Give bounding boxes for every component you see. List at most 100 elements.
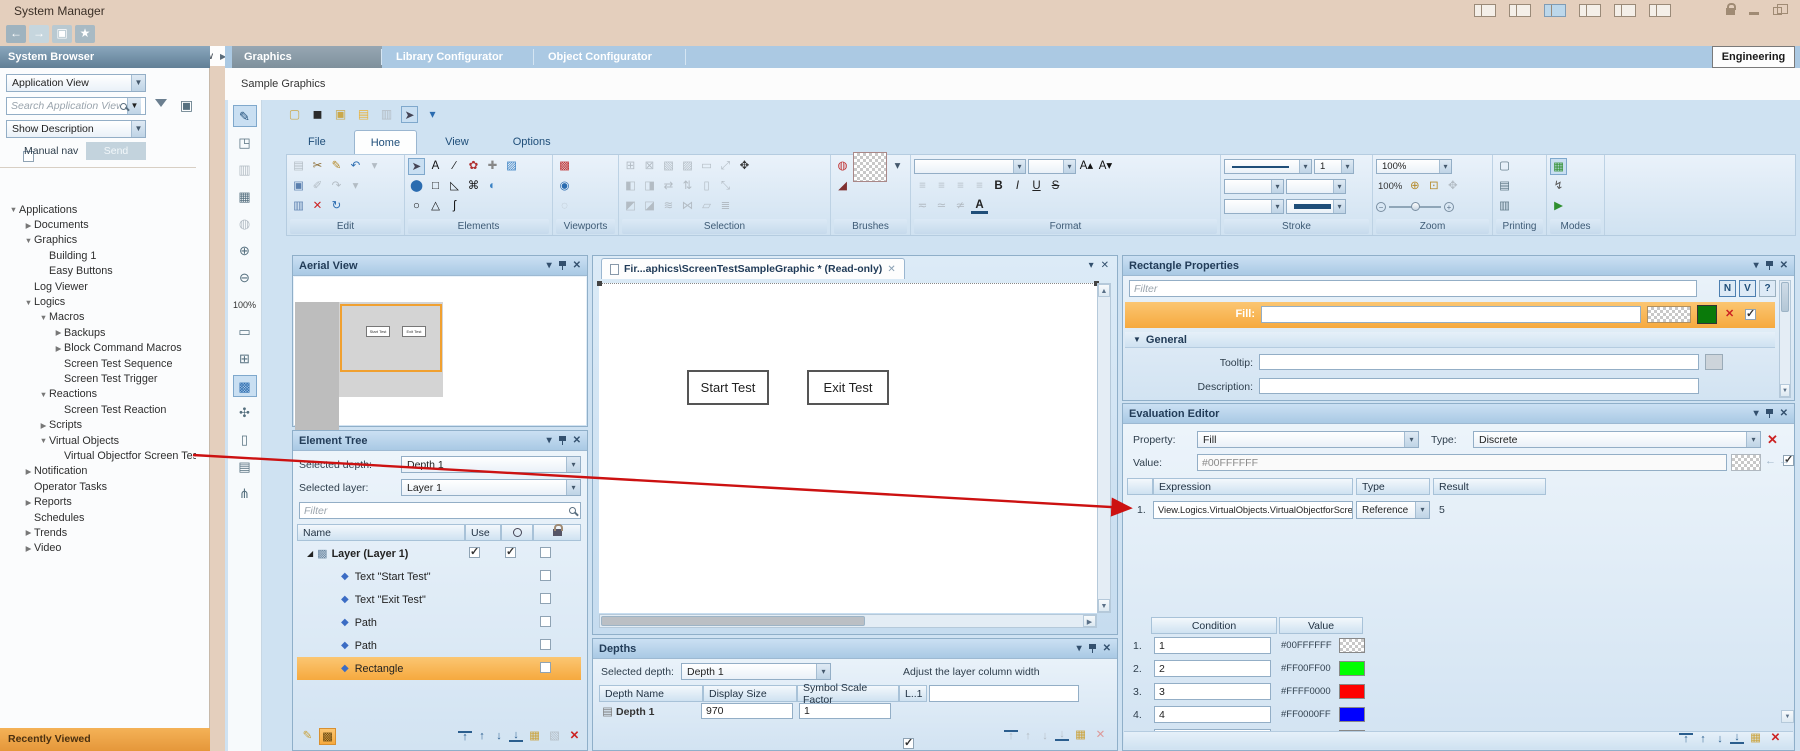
pin-icon[interactable] bbox=[1766, 260, 1773, 271]
open-graphic-icon[interactable]: ▤ bbox=[355, 106, 372, 123]
condition-input[interactable]: 4 bbox=[1154, 706, 1271, 723]
depths-column-header[interactable]: Symbol Scale Factor bbox=[797, 685, 899, 702]
canvas-button-start-test[interactable]: Start Test bbox=[687, 370, 769, 405]
layout-rows-icon[interactable] bbox=[1544, 4, 1566, 17]
tooltip-input[interactable] bbox=[1259, 354, 1699, 370]
object-model-icon[interactable]: ◼ bbox=[309, 106, 326, 123]
grow-font-icon[interactable]: A▴ bbox=[1078, 158, 1095, 175]
lock-checkbox[interactable] bbox=[540, 639, 551, 650]
close-icon[interactable]: ✕ bbox=[1780, 260, 1788, 271]
tooltip-picker-button[interactable] bbox=[1705, 354, 1723, 370]
add-condition-icon[interactable]: ▦ bbox=[1747, 730, 1764, 747]
page-setup-icon[interactable]: ▢ bbox=[1496, 158, 1513, 175]
sidebar-tree-item[interactable]: ▼Virtual Objects bbox=[0, 433, 196, 448]
test-run-icon[interactable]: ▶ bbox=[1550, 198, 1567, 215]
expression-column-header[interactable]: Type bbox=[1356, 478, 1430, 495]
tab-object-configurator[interactable]: Object Configurator bbox=[536, 46, 686, 68]
expression-input[interactable]: View.Logics.VirtualObjects.VirtualObject… bbox=[1153, 501, 1353, 519]
recently-viewed-bar[interactable]: Recently Viewed bbox=[0, 728, 210, 751]
save-graphic-icon[interactable]: ▦ bbox=[233, 186, 257, 208]
ribbon-tab-view[interactable]: View bbox=[429, 130, 485, 154]
value-pattern-swatch[interactable] bbox=[1731, 454, 1761, 471]
sidebar-tree-item[interactable]: Screen Test Sequence bbox=[0, 356, 196, 371]
zoom-region-icon[interactable]: ⊕ bbox=[1406, 178, 1423, 195]
ribbon-tab-home[interactable]: Home bbox=[354, 130, 417, 154]
polygon-tool-icon[interactable]: △ bbox=[427, 198, 444, 215]
hierarchy-tool-icon[interactable]: ⋔ bbox=[233, 483, 257, 505]
scroll-down-icon[interactable]: ▼ bbox=[1098, 599, 1110, 612]
italic-icon[interactable]: I bbox=[1009, 178, 1026, 195]
stroke-join-combo[interactable]: ▾ bbox=[1286, 199, 1346, 214]
save-icon[interactable]: ▥ bbox=[378, 106, 395, 123]
stroke-width-combo[interactable]: 1▾ bbox=[1314, 159, 1354, 174]
expression-type-combo[interactable]: Reference▾ bbox=[1356, 501, 1430, 519]
move-down-icon[interactable]: ↓ bbox=[1713, 733, 1727, 745]
bold-icon[interactable]: B bbox=[990, 178, 1007, 195]
polyline-tool-icon[interactable]: ◺ bbox=[446, 178, 463, 195]
general-section-header[interactable]: ▼ General bbox=[1125, 332, 1775, 348]
horizontal-scrollbar[interactable]: ▶ bbox=[599, 614, 1097, 628]
chevron-down-icon[interactable]: ▾ bbox=[566, 480, 580, 495]
delete-evaluation-icon[interactable]: ✕ bbox=[1767, 432, 1778, 448]
brush-dropdown-icon[interactable]: ▾ bbox=[889, 158, 906, 175]
design-mode-icon[interactable]: ▦ bbox=[1550, 158, 1567, 175]
slider-thumb[interactable] bbox=[1411, 202, 1420, 211]
lock-checkbox[interactable] bbox=[540, 616, 551, 627]
lock-checkbox[interactable] bbox=[540, 570, 551, 581]
forward-button[interactable]: → bbox=[29, 25, 49, 43]
chevron-down-icon[interactable]: ▾ bbox=[1013, 160, 1025, 173]
view-mode-button-n[interactable]: N bbox=[1719, 280, 1736, 297]
select-tool-icon[interactable]: ➤ bbox=[408, 158, 425, 175]
tree-expander-icon[interactable]: ▶ bbox=[53, 328, 64, 337]
tab-library-configurator[interactable]: Library Configurator bbox=[384, 46, 534, 68]
sidebar-tree-item[interactable]: ▼Graphics bbox=[0, 233, 196, 248]
image-tool-icon[interactable]: ▨ bbox=[503, 158, 520, 175]
tree-expander-icon[interactable]: ▼ bbox=[23, 298, 34, 307]
chevron-down-icon[interactable]: ▾ bbox=[566, 457, 580, 472]
scroll-up-icon[interactable]: ▲ bbox=[1098, 284, 1110, 297]
copy-visual-icon[interactable]: ▩ bbox=[319, 728, 336, 745]
chevron-down-icon[interactable]: ▾ bbox=[1333, 180, 1345, 193]
cut-icon[interactable]: ✂ bbox=[309, 158, 326, 175]
search-icon[interactable] bbox=[120, 103, 127, 110]
ellipse-tool-icon[interactable]: ○ bbox=[408, 198, 425, 215]
delete-element-icon[interactable]: ✕ bbox=[566, 728, 583, 745]
shrink-font-icon[interactable]: A▾ bbox=[1097, 158, 1114, 175]
tree-expander-icon[interactable]: ▶ bbox=[23, 544, 34, 553]
sidebar-tree-item[interactable]: ▶Trends bbox=[0, 525, 196, 540]
favorites-button[interactable]: ★ bbox=[75, 25, 95, 43]
close-icon[interactable]: ✕ bbox=[1101, 260, 1109, 271]
undo-icon[interactable]: ↶ bbox=[347, 158, 364, 175]
delete-condition-icon[interactable]: ✕ bbox=[1767, 730, 1784, 747]
clear-fill-icon[interactable]: ✕ bbox=[1725, 307, 1734, 320]
sidebar-tree-item[interactable]: Log Viewer bbox=[0, 279, 196, 294]
expression-column-header[interactable]: Result bbox=[1433, 478, 1546, 495]
move-up-icon[interactable]: ↑ bbox=[1696, 733, 1710, 745]
chevron-down-icon[interactable]: ▾ bbox=[1746, 432, 1760, 447]
move-icon[interactable]: ✥ bbox=[736, 158, 753, 175]
copy-icon[interactable]: ▣ bbox=[290, 178, 307, 195]
depths-column-header[interactable]: Display Size bbox=[703, 685, 797, 702]
stroke-dash-combo[interactable]: ▾ bbox=[1224, 199, 1284, 214]
element-row[interactable]: ◆Text "Exit Test" bbox=[297, 588, 581, 611]
chevron-down-icon[interactable]: ▾ bbox=[1415, 502, 1429, 518]
chevron-down-icon[interactable]: ▾ bbox=[1299, 160, 1311, 173]
element-row[interactable]: ◢▩Layer (Layer 1) bbox=[297, 542, 581, 565]
underline-icon[interactable]: U bbox=[1028, 178, 1045, 195]
view-mode-button-v[interactable]: V bbox=[1739, 280, 1756, 297]
lock-column-header[interactable] bbox=[533, 524, 581, 541]
print-icon[interactable]: ▥ bbox=[1496, 198, 1513, 215]
save-filter-icon[interactable]: ▣ bbox=[178, 97, 195, 114]
scrollbar-thumb[interactable] bbox=[601, 616, 865, 626]
collapse-icon[interactable]: ▾ bbox=[1754, 408, 1759, 419]
close-icon[interactable]: ✕ bbox=[1780, 408, 1788, 419]
depths-column-header[interactable]: L..1 bbox=[899, 685, 927, 702]
pin-icon[interactable] bbox=[1766, 408, 1773, 419]
help-button[interactable]: ? bbox=[1759, 280, 1776, 297]
zoom-level-combo[interactable]: 100%▾ bbox=[1376, 159, 1452, 174]
value-input[interactable]: #00FFFFFF bbox=[1197, 454, 1727, 471]
chevron-down-icon[interactable]: ▾ bbox=[1439, 160, 1451, 173]
tree-expander-icon[interactable]: ▶ bbox=[23, 528, 34, 537]
ribbon-tab-file[interactable]: File bbox=[292, 130, 342, 154]
sidebar-tree-item[interactable]: Schedules bbox=[0, 510, 196, 525]
